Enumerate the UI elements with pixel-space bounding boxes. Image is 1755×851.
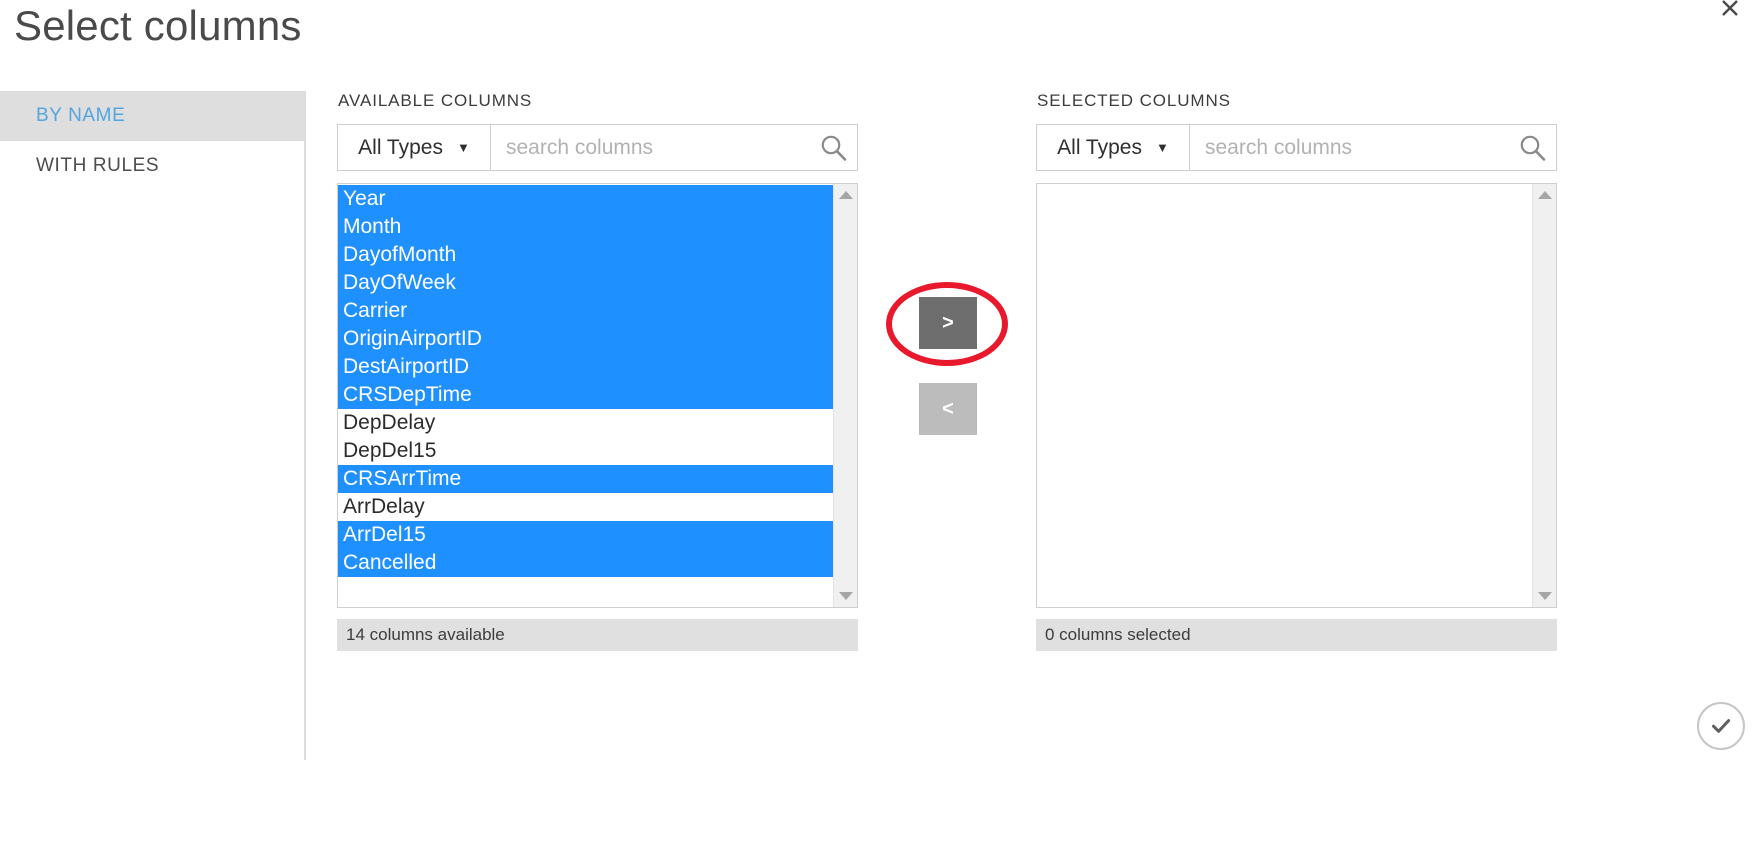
list-item[interactable]: Year bbox=[338, 185, 833, 213]
list-item[interactable]: DayofMonth bbox=[338, 241, 833, 269]
selected-columns-listbox[interactable] bbox=[1036, 183, 1557, 608]
list-item[interactable]: CRSDepTime bbox=[338, 381, 833, 409]
selected-type-filter-value: All Types bbox=[1057, 136, 1142, 160]
sidebar-item-label: WITH RULES bbox=[36, 155, 159, 177]
available-search-input[interactable] bbox=[491, 125, 857, 170]
list-item[interactable]: DayOfWeek bbox=[338, 269, 833, 297]
list-item[interactable]: Cancelled bbox=[338, 549, 833, 577]
check-icon bbox=[1707, 712, 1735, 740]
list-item[interactable]: DepDel15 bbox=[338, 437, 833, 465]
search-icon[interactable] bbox=[1517, 133, 1547, 163]
available-columns-list[interactable]: YearMonthDayofMonthDayOfWeekCarrierOrigi… bbox=[338, 184, 833, 607]
list-item[interactable]: Month bbox=[338, 213, 833, 241]
transfer-buttons: > < bbox=[919, 297, 977, 435]
sidebar-item-with-rules[interactable]: WITH RULES bbox=[0, 141, 304, 191]
selected-search-wrap bbox=[1190, 125, 1556, 170]
list-item[interactable]: ArrDel15 bbox=[338, 521, 833, 549]
available-columns-heading: AVAILABLE COLUMNS bbox=[338, 91, 858, 111]
scroll-up-icon[interactable] bbox=[834, 184, 858, 206]
sidebar-item-by-name[interactable]: BY NAME bbox=[0, 91, 304, 141]
available-type-filter-value: All Types bbox=[358, 136, 443, 160]
chevron-down-icon: ▼ bbox=[1156, 141, 1169, 154]
selected-columns-list[interactable] bbox=[1037, 184, 1532, 607]
sidebar: BY NAME WITH RULES bbox=[0, 91, 306, 760]
scroll-down-icon[interactable] bbox=[834, 585, 858, 607]
list-item[interactable]: CRSArrTime bbox=[338, 465, 833, 493]
scrollbar-track[interactable] bbox=[1533, 206, 1556, 585]
selected-columns-status: 0 columns selected bbox=[1036, 619, 1557, 651]
scroll-down-icon[interactable] bbox=[1533, 585, 1557, 607]
scroll-up-icon[interactable] bbox=[1533, 184, 1557, 206]
available-search-row: All Types ▼ bbox=[337, 124, 858, 171]
list-item[interactable]: DepDelay bbox=[338, 409, 833, 437]
available-columns-status: 14 columns available bbox=[337, 619, 858, 651]
list-item[interactable]: Carrier bbox=[338, 297, 833, 325]
scrollbar-track[interactable] bbox=[834, 206, 857, 585]
selected-type-filter-dropdown[interactable]: All Types ▼ bbox=[1037, 125, 1190, 170]
selected-search-input[interactable] bbox=[1190, 125, 1556, 170]
selected-list-scrollbar[interactable] bbox=[1532, 184, 1556, 607]
sidebar-item-label: BY NAME bbox=[36, 105, 125, 127]
available-list-scrollbar[interactable] bbox=[833, 184, 857, 607]
close-icon[interactable] bbox=[1713, 0, 1747, 25]
selected-search-row: All Types ▼ bbox=[1036, 124, 1557, 171]
list-item[interactable]: ArrDelay bbox=[338, 493, 833, 521]
available-search-wrap bbox=[491, 125, 857, 170]
chevron-down-icon: ▼ bbox=[457, 141, 470, 154]
list-item[interactable]: DestAirportID bbox=[338, 353, 833, 381]
remove-columns-button[interactable]: < bbox=[919, 383, 977, 435]
selected-columns-panel: SELECTED COLUMNS All Types ▼ 0 columns s… bbox=[1036, 91, 1557, 651]
available-columns-listbox[interactable]: YearMonthDayofMonthDayOfWeekCarrierOrigi… bbox=[337, 183, 858, 608]
selected-columns-heading: SELECTED COLUMNS bbox=[1037, 91, 1557, 111]
list-item[interactable]: OriginAirportID bbox=[338, 325, 833, 353]
search-icon[interactable] bbox=[818, 133, 848, 163]
available-columns-panel: AVAILABLE COLUMNS All Types ▼ YearMonthD… bbox=[337, 91, 858, 651]
page-title: Select columns bbox=[14, 2, 302, 50]
add-columns-button[interactable]: > bbox=[919, 297, 977, 349]
confirm-button[interactable] bbox=[1697, 702, 1745, 750]
available-type-filter-dropdown[interactable]: All Types ▼ bbox=[338, 125, 491, 170]
